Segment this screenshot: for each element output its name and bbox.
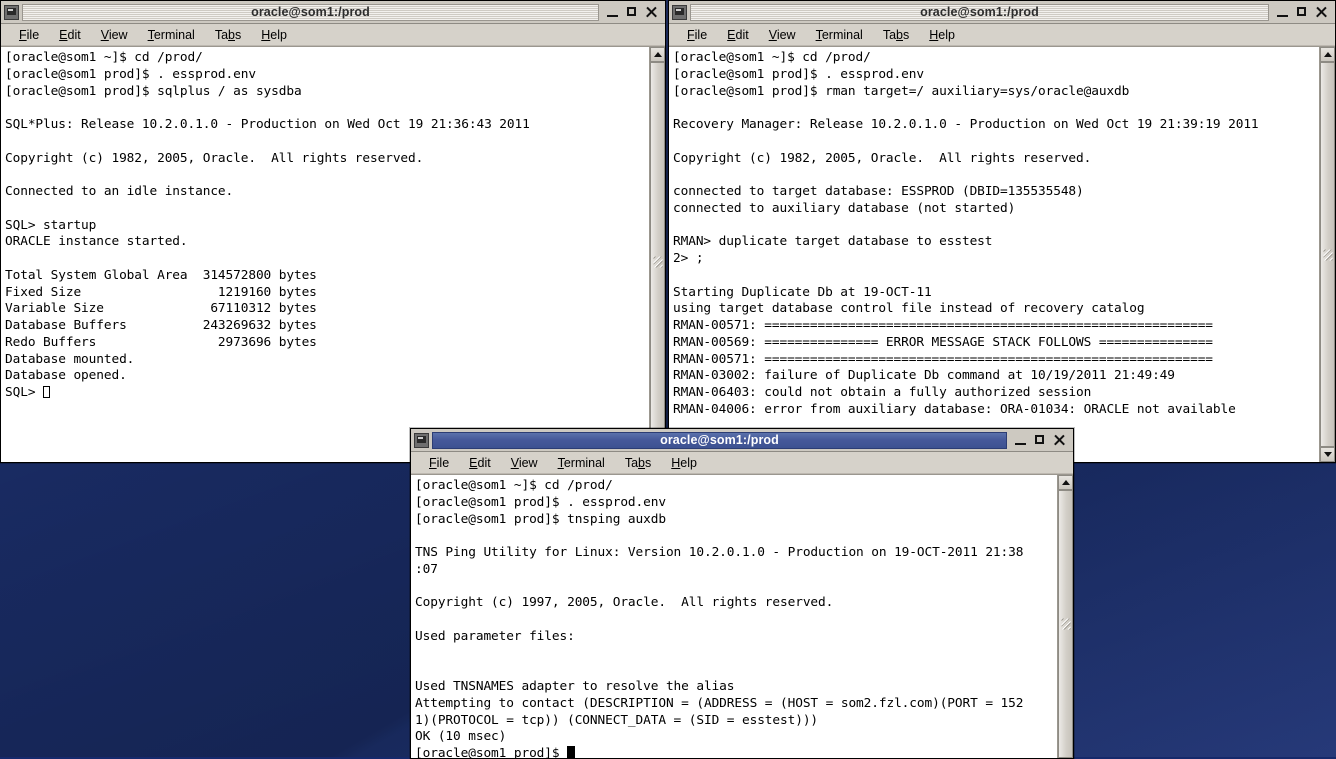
close-icon[interactable] (645, 6, 658, 19)
menubar[interactable]: File Edit View Terminal Tabs Help (411, 452, 1073, 474)
window-title: oracle@som1:/prod (920, 5, 1039, 19)
window-controls[interactable] (1269, 6, 1333, 19)
terminal-icon (414, 432, 429, 448)
menu-item-edit[interactable]: Edit (717, 28, 759, 42)
scrollbar-grip-icon (653, 256, 662, 268)
menu-item-help[interactable]: Help (919, 28, 965, 42)
terminal-text: [oracle@som1 ~]$ cd /prod/ [oracle@som1 … (673, 50, 1259, 417)
text-cursor (43, 386, 51, 398)
menu-item-tabs[interactable]: Tabs (615, 456, 661, 470)
menu-item-file[interactable]: File (419, 456, 459, 470)
titlebar-strip: oracle@som1:/prod (432, 431, 1007, 449)
titlebar[interactable]: oracle@som1:/prod (669, 1, 1335, 24)
terminal-icon (672, 4, 687, 20)
scrollbar-thumb[interactable] (1320, 62, 1335, 447)
scrollbar-vertical[interactable] (1319, 47, 1335, 462)
titlebar-strip: oracle@som1:/prod (690, 3, 1269, 21)
menu-item-view[interactable]: View (759, 28, 806, 42)
scrollbar-vertical[interactable] (1057, 475, 1073, 758)
terminal-icon (4, 4, 19, 20)
window-controls[interactable] (599, 6, 663, 19)
menu-item-edit[interactable]: Edit (49, 28, 91, 42)
scrollbar-thumb[interactable] (1058, 490, 1073, 758)
menu-item-terminal[interactable]: Terminal (806, 28, 873, 42)
scrollbar-grip-icon (1323, 249, 1332, 260)
menubar[interactable]: File Edit View Terminal Tabs Help (669, 24, 1335, 46)
minimize-icon[interactable] (607, 6, 619, 19)
minimize-icon[interactable] (1277, 6, 1289, 19)
menu-item-help[interactable]: Help (661, 456, 707, 470)
terminal-window-rman[interactable]: oracle@som1:/prod File Edit View Termina… (668, 0, 1336, 463)
terminal-output-area[interactable]: [oracle@som1 ~]$ cd /prod/ [oracle@som1 … (1, 47, 649, 462)
menu-item-terminal[interactable]: Terminal (138, 28, 205, 42)
close-icon[interactable] (1053, 434, 1066, 447)
menu-item-terminal[interactable]: Terminal (548, 456, 615, 470)
scrollbar-thumb[interactable] (650, 62, 665, 462)
terminal-window-sqlplus[interactable]: oracle@som1:/prod File Edit View Termina… (0, 0, 666, 463)
titlebar[interactable]: oracle@som1:/prod (411, 429, 1073, 452)
menu-item-view[interactable]: View (91, 28, 138, 42)
terminal-text: [oracle@som1 ~]$ cd /prod/ [oracle@som1 … (5, 50, 530, 400)
minimize-icon[interactable] (1015, 434, 1027, 447)
terminal-output-area[interactable]: [oracle@som1 ~]$ cd /prod/ [oracle@som1 … (669, 47, 1319, 462)
menu-item-help[interactable]: Help (251, 28, 297, 42)
window-title: oracle@som1:/prod (251, 5, 370, 19)
scroll-up-arrow-icon[interactable] (1320, 47, 1335, 62)
menu-item-tabs[interactable]: Tabs (205, 28, 251, 42)
scroll-up-arrow-icon[interactable] (1058, 475, 1073, 490)
maximize-icon[interactable] (1296, 6, 1308, 19)
menu-item-tabs[interactable]: Tabs (873, 28, 919, 42)
terminal-body: [oracle@som1 ~]$ cd /prod/ [oracle@som1 … (669, 46, 1335, 462)
terminal-window-tnsping[interactable]: oracle@som1:/prod File Edit View Termina… (410, 428, 1074, 759)
menubar[interactable]: File Edit View Terminal Tabs Help (1, 24, 665, 46)
menu-item-file[interactable]: File (9, 28, 49, 42)
terminal-text: [oracle@som1 ~]$ cd /prod/ [oracle@som1 … (415, 478, 1024, 758)
titlebar-strip: oracle@som1:/prod (22, 3, 599, 21)
scrollbar-grip-icon (1061, 618, 1070, 630)
terminal-output-area[interactable]: [oracle@som1 ~]$ cd /prod/ [oracle@som1 … (411, 475, 1057, 758)
window-controls[interactable] (1007, 434, 1071, 447)
menu-item-edit[interactable]: Edit (459, 456, 501, 470)
titlebar[interactable]: oracle@som1:/prod (1, 1, 665, 24)
text-cursor (567, 746, 576, 758)
scroll-down-arrow-icon[interactable] (1320, 447, 1335, 462)
menu-item-view[interactable]: View (501, 456, 548, 470)
maximize-icon[interactable] (1034, 434, 1046, 447)
window-title: oracle@som1:/prod (660, 433, 779, 447)
maximize-icon[interactable] (626, 6, 638, 19)
menu-item-file[interactable]: File (677, 28, 717, 42)
scrollbar-vertical[interactable] (649, 47, 665, 462)
close-icon[interactable] (1315, 6, 1328, 19)
scroll-up-arrow-icon[interactable] (650, 47, 665, 62)
terminal-body: [oracle@som1 ~]$ cd /prod/ [oracle@som1 … (411, 474, 1073, 758)
terminal-body: [oracle@som1 ~]$ cd /prod/ [oracle@som1 … (1, 46, 665, 462)
